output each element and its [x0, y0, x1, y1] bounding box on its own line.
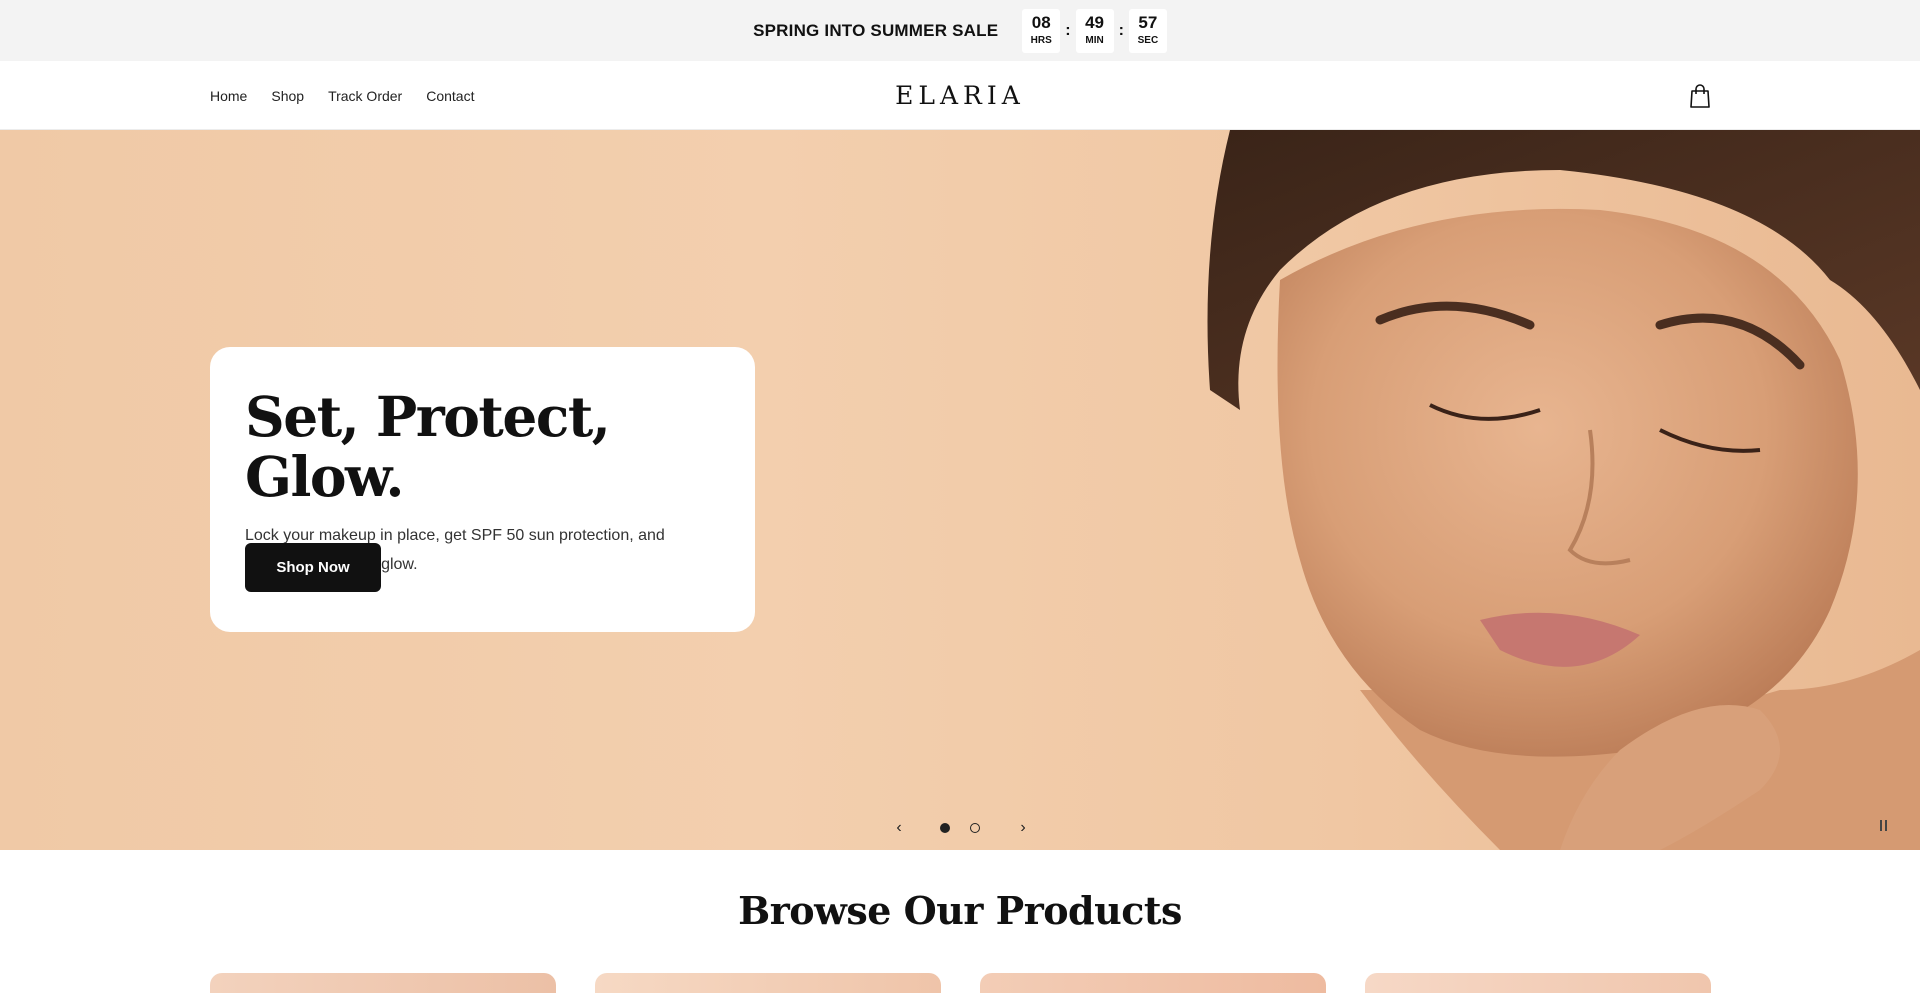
countdown-hours: 08 HRS: [1022, 8, 1061, 53]
product-card[interactable]: [210, 973, 556, 993]
countdown-hours-value: 08: [1031, 12, 1051, 32]
announcement-text: SPRING INTO SUMMER SALE: [753, 20, 999, 40]
product-card[interactable]: [1365, 973, 1711, 993]
hero-title: Set, Protect, Glow.: [245, 384, 611, 509]
chevron-right-icon[interactable]: ›: [1014, 819, 1032, 837]
countdown-seconds: 57 SEC: [1128, 8, 1167, 53]
slide-dot-2[interactable]: [970, 823, 980, 833]
countdown-hours-label: HRS: [1030, 34, 1052, 46]
main-nav: Home Shop Track Order Contact: [210, 61, 474, 130]
countdown-minutes-label: MIN: [1085, 34, 1104, 46]
countdown-separator: :: [1065, 21, 1071, 39]
nav-shop-link[interactable]: Shop: [271, 88, 304, 104]
countdown-minutes: 49 MIN: [1075, 8, 1114, 53]
nav-home-link[interactable]: Home: [210, 88, 247, 104]
site-header: Home Shop Track Order Contact ELARIA: [0, 61, 1920, 130]
chevron-left-icon[interactable]: ‹: [890, 819, 908, 837]
slider-controls: ‹ ›: [880, 815, 1040, 841]
countdown-timer: 08 HRS : 49 MIN : 57 SEC: [1022, 8, 1167, 53]
countdown-seconds-label: SEC: [1137, 34, 1159, 46]
browse-products-title: Browse Our Products: [738, 888, 1182, 933]
hero-banner: Set, Protect, Glow. Lock your makeup in …: [0, 130, 1920, 850]
nav-track-order-link[interactable]: Track Order: [328, 88, 402, 104]
site-logo[interactable]: ELARIA: [860, 61, 1060, 130]
shopping-bag-icon[interactable]: [1688, 83, 1712, 109]
product-card[interactable]: [595, 973, 941, 993]
hero-content-card: Set, Protect, Glow. Lock your makeup in …: [210, 347, 755, 632]
nav-contact-link[interactable]: Contact: [426, 88, 474, 104]
slide-dot-1[interactable]: [940, 823, 950, 833]
countdown-separator: :: [1118, 21, 1124, 39]
countdown-seconds-value: 57: [1138, 12, 1158, 32]
announcement-bar: SPRING INTO SUMMER SALE 08 HRS : 49 MIN …: [0, 0, 1920, 61]
shop-now-button[interactable]: Shop Now: [245, 543, 381, 592]
browse-products-section: Browse Our Products: [0, 850, 1920, 993]
pause-icon[interactable]: [1876, 820, 1890, 836]
countdown-minutes-value: 49: [1085, 12, 1105, 32]
product-card[interactable]: [980, 973, 1326, 993]
